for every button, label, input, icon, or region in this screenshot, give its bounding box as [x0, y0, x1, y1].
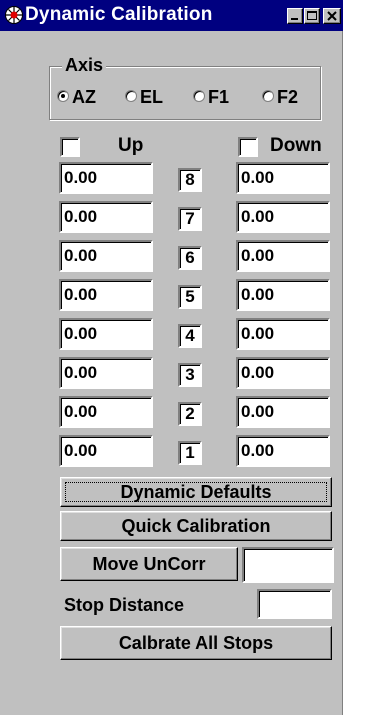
- down-stop-4-input[interactable]: [236, 318, 330, 350]
- up-stop-5-input[interactable]: [59, 279, 153, 311]
- up-stop-7-input[interactable]: [59, 201, 153, 233]
- move-uncorr-input[interactable]: [242, 547, 334, 583]
- radio-f2-label: F2: [277, 87, 299, 107]
- radio-f1-indicator[interactable]: [193, 90, 205, 103]
- maximize-icon: [307, 11, 317, 20]
- up-stop-1-input[interactable]: [59, 435, 153, 467]
- down-stop-7-input[interactable]: [236, 201, 330, 233]
- down-stop-8-input[interactable]: [236, 162, 330, 194]
- stop-number-5: 5: [178, 285, 202, 309]
- radio-el-label: EL: [140, 87, 164, 107]
- down-stop-5-input[interactable]: [236, 279, 330, 311]
- up-stop-6-input[interactable]: [59, 240, 153, 272]
- stop-number-4: 4: [178, 324, 202, 348]
- move-uncorr-button[interactable]: Move UnCorr: [60, 547, 238, 581]
- radio-az-label: AZ: [72, 87, 96, 107]
- calibrate-all-stops-button[interactable]: Calbrate All Stops: [60, 626, 332, 660]
- minimize-icon: [291, 18, 298, 20]
- radio-f1[interactable]: F1: [193, 87, 229, 109]
- close-button[interactable]: [323, 8, 341, 24]
- axis-group-label: Axis: [62, 55, 107, 76]
- dynamic-calibration-window: Dynamic Calibration Axis AZ EL F1 F2 Up …: [0, 0, 343, 715]
- app-icon: [5, 6, 23, 24]
- minimize-button[interactable]: [287, 8, 303, 24]
- stop-number-8: 8: [178, 168, 202, 192]
- up-stop-8-input[interactable]: [59, 162, 153, 194]
- radio-az-indicator[interactable]: [57, 90, 69, 103]
- down-checkbox[interactable]: [238, 137, 258, 157]
- up-label: Up: [118, 135, 144, 156]
- radio-el[interactable]: EL: [125, 87, 163, 109]
- radio-f2[interactable]: F2: [262, 87, 298, 109]
- radio-el-indicator[interactable]: [125, 90, 137, 103]
- stop-number-7: 7: [178, 207, 202, 231]
- up-stop-4-input[interactable]: [59, 318, 153, 350]
- stop-distance-input[interactable]: [257, 589, 332, 619]
- radio-f2-indicator[interactable]: [262, 90, 274, 103]
- window-title: Dynamic Calibration: [25, 4, 213, 25]
- down-stop-1-input[interactable]: [236, 435, 330, 467]
- radio-az[interactable]: AZ: [57, 87, 96, 109]
- dynamic-defaults-button[interactable]: Dynamic Defaults: [60, 477, 332, 507]
- up-stop-3-input[interactable]: [59, 357, 153, 389]
- close-icon: [327, 11, 337, 21]
- stop-number-6: 6: [178, 246, 202, 270]
- quick-calibration-button[interactable]: Quick Calibration: [60, 511, 332, 541]
- down-label: Down: [270, 135, 322, 156]
- stop-number-3: 3: [178, 363, 202, 387]
- title-bar[interactable]: Dynamic Calibration: [0, 0, 343, 31]
- down-stop-3-input[interactable]: [236, 357, 330, 389]
- radio-f1-label: F1: [208, 87, 230, 107]
- down-stop-6-input[interactable]: [236, 240, 330, 272]
- up-stop-2-input[interactable]: [59, 396, 153, 428]
- maximize-button[interactable]: [304, 8, 320, 24]
- up-checkbox[interactable]: [60, 137, 80, 157]
- stop-number-1: 1: [178, 441, 202, 465]
- stop-distance-label: Stop Distance: [64, 595, 185, 615]
- stop-number-2: 2: [178, 402, 202, 426]
- down-stop-2-input[interactable]: [236, 396, 330, 428]
